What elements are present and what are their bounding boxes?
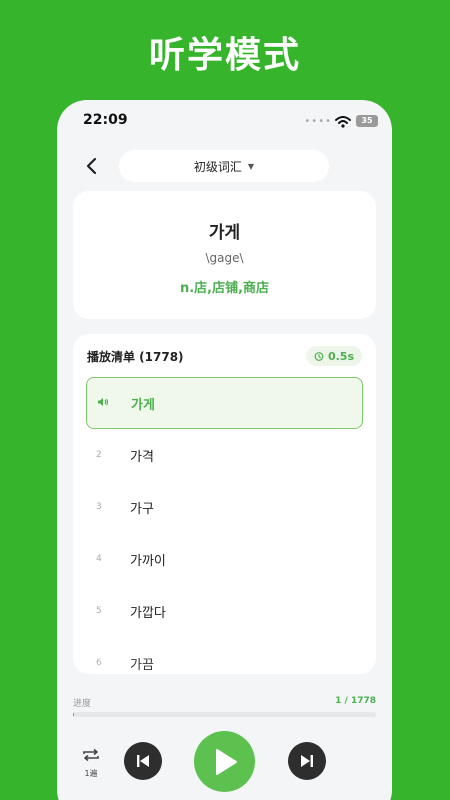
current-word: 가게 <box>208 223 241 243</box>
playlist-item-number: 2 <box>96 450 102 460</box>
playlist-item[interactable]: 4 가까이 <box>86 533 363 585</box>
play-icon <box>215 748 237 775</box>
nav-bar: 初级词汇 ▼ <box>57 150 392 182</box>
speaker-icon <box>87 397 131 410</box>
repeat-label: 1遍 <box>84 769 98 778</box>
skip-previous-icon <box>137 755 149 767</box>
status-bar: 22:09 •••• 35 <box>57 112 392 132</box>
playlist-item[interactable]: 5 가깝다 <box>86 585 363 637</box>
playlist-item-text: 가깝다 <box>130 605 166 621</box>
status-time: 22:09 <box>83 112 128 128</box>
playlist-item-number: 5 <box>96 606 102 616</box>
playlist-title: 播放清单 (1778) <box>87 350 184 364</box>
playlist-list: 가게 2 가격 3 가구 4 가까이 5 가깝다 6 가끔 <box>86 377 363 674</box>
repeat-button[interactable]: 1遍 <box>79 747 103 779</box>
playlist-item-number: 4 <box>96 554 102 564</box>
playlist-item-text: 가격 <box>130 449 154 465</box>
chevron-left-icon <box>86 157 97 175</box>
progress-count: 1 / 1778 <box>335 696 376 706</box>
playlist-card: 播放清单 (1778) 0.5s 가게 2 가격 3 가구 4 가까이 5 가깝… <box>73 334 376 674</box>
play-button[interactable] <box>194 731 255 792</box>
playlist-item[interactable]: 6 가끔 <box>86 637 363 674</box>
playlist-item-text: 가끔 <box>130 657 154 673</box>
wifi-icon <box>335 113 351 132</box>
playlist-item[interactable]: 2 가격 <box>86 429 363 481</box>
playlist-item[interactable]: 3 가구 <box>86 481 363 533</box>
word-card: 가게 \gage\ n.店,店铺,商店 <box>73 191 376 319</box>
playlist-item-number: 3 <box>96 502 102 512</box>
playlist-item-number: 6 <box>96 658 102 668</box>
word-phonetic: \gage\ <box>205 251 244 265</box>
playlist-item-text: 가구 <box>130 501 154 517</box>
repeat-icon <box>83 748 99 762</box>
timer-icon <box>314 352 324 361</box>
word-meaning: n.店,店铺,商店 <box>179 281 270 296</box>
signal-icon: •••• <box>304 116 332 127</box>
previous-button[interactable] <box>124 742 162 780</box>
battery-icon: 35 <box>356 115 378 127</box>
back-button[interactable] <box>79 154 103 178</box>
level-select[interactable]: 初级词汇 ▼ <box>119 150 329 182</box>
phone-screen: 22:09 •••• 35 初级词汇 ▼ 가게 \gage\ n.店,店铺,商店… <box>57 100 392 800</box>
interval-value: 0.5s <box>327 349 354 363</box>
skip-next-icon <box>301 755 313 767</box>
next-button[interactable] <box>288 742 326 780</box>
interval-badge[interactable]: 0.5s <box>305 346 362 366</box>
progress-bar[interactable] <box>73 712 376 717</box>
playlist-item[interactable]: 가게 <box>86 377 363 429</box>
level-select-label: 初级词汇 <box>193 159 242 174</box>
playlist-item-text: 가까이 <box>130 553 166 569</box>
caret-down-icon: ▼ <box>247 161 255 171</box>
banner-title: 听学模式 <box>148 35 301 76</box>
progress-label: 进度 <box>73 699 92 709</box>
playlist-item-text: 가게 <box>131 397 155 413</box>
